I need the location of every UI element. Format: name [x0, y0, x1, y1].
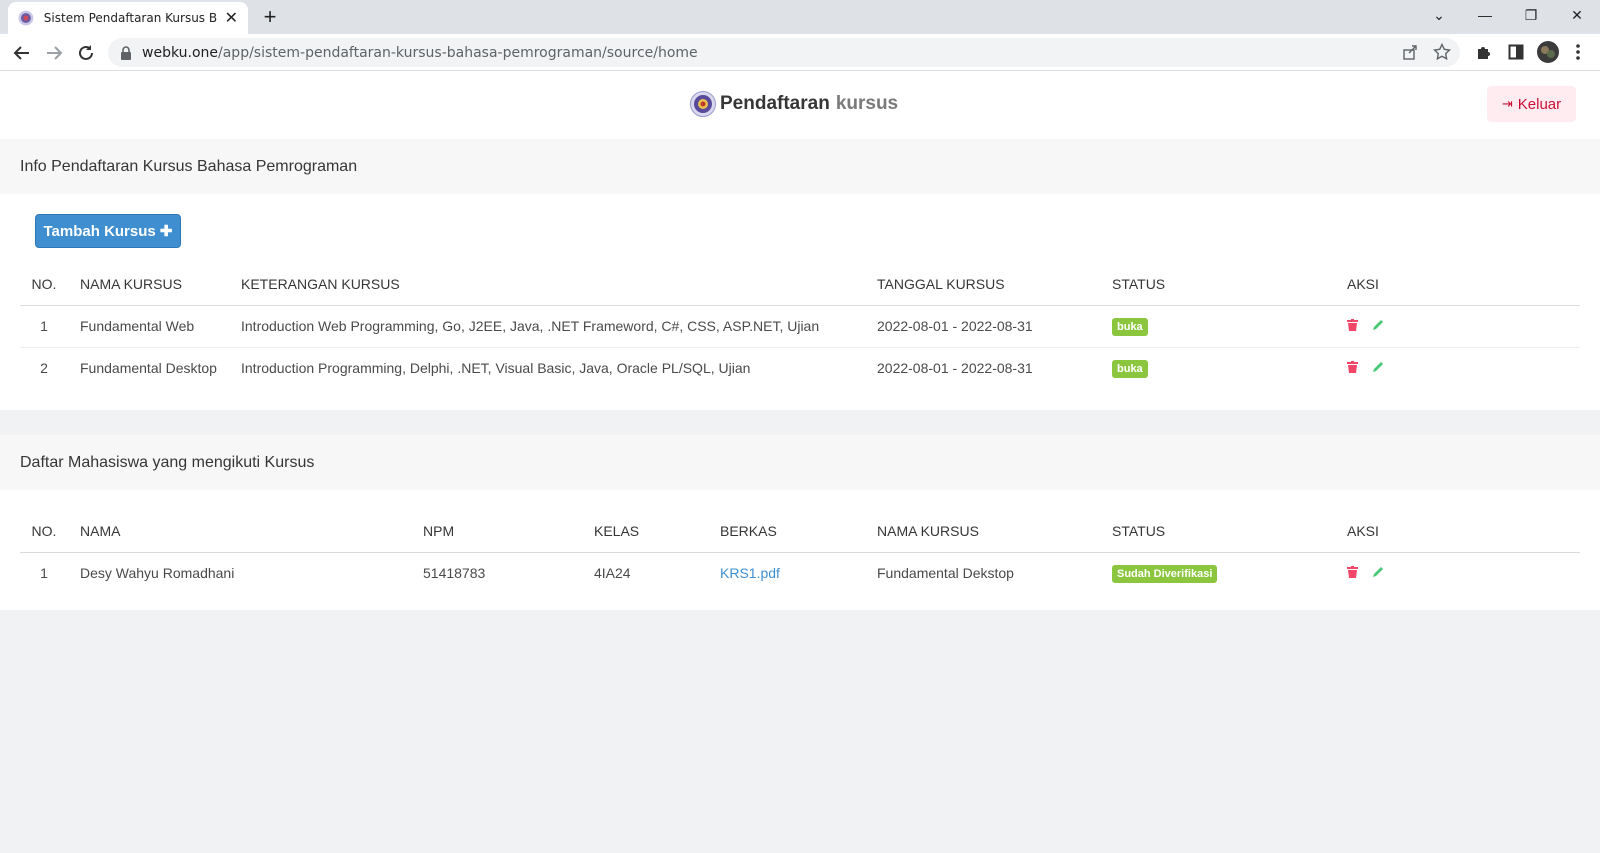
- brand-title: Pendaftaran: [720, 93, 830, 114]
- app-header: Pendaftaran kursus ⇥ Keluar: [0, 71, 1600, 139]
- cell-class: 4IA24: [594, 565, 631, 582]
- cell-date: 2022-08-01 - 2022-08-31: [877, 305, 1112, 348]
- university-logo-icon: [690, 91, 716, 117]
- extensions-icon[interactable]: [1472, 40, 1496, 64]
- cell-no: 2: [40, 360, 48, 377]
- cell-course: Fundamental Dekstop: [877, 565, 1014, 582]
- table-row: 1 Fundamental Web Introduction Web Progr…: [20, 305, 1580, 348]
- table-row: 2 Fundamental Desktop Introduction Progr…: [20, 347, 1580, 389]
- cell-no: 1: [40, 565, 48, 582]
- col-header-description: KETERANGAN KURSUS: [241, 263, 877, 306]
- minimize-icon[interactable]: —: [1462, 0, 1508, 30]
- bookmark-star-icon[interactable]: [1430, 40, 1454, 64]
- courses-card-header: Info Pendaftaran Kursus Bahasa Pemrogram…: [0, 139, 1600, 194]
- cell-actions: [1347, 552, 1580, 594]
- cell-status: buka: [1112, 305, 1347, 348]
- col-header-actions: AKSI: [1347, 510, 1580, 553]
- cell-npm: 51418783: [423, 565, 486, 582]
- add-course-button[interactable]: Tambah Kursus ✚: [35, 214, 181, 248]
- reload-icon[interactable]: [73, 40, 99, 66]
- cell-status: buka: [1112, 347, 1347, 389]
- cell-no: 1: [20, 305, 68, 348]
- cell-status: Sudah Diverifikasi: [1112, 552, 1347, 594]
- profile-avatar-icon[interactable]: [1536, 40, 1560, 64]
- sign-out-icon: ⇥: [1501, 96, 1513, 111]
- close-tab-icon[interactable]: ✕: [225, 8, 238, 28]
- url-text: webku.one/app/sistem-pendaftaran-kursus-…: [142, 44, 698, 61]
- courses-table: NO. NAMA KURSUS KETERANGAN KURSUS TANGGA…: [20, 263, 1580, 389]
- new-tab-icon[interactable]: +: [258, 4, 282, 30]
- students-card-body: NO. NAMA NPM KELAS BERKAS NAMA KURSUS ST…: [0, 490, 1600, 610]
- side-panel-icon[interactable]: [1504, 40, 1528, 64]
- courses-card-title: Info Pendaftaran Kursus Bahasa Pemrogram…: [20, 157, 358, 175]
- logout-button[interactable]: ⇥ Keluar: [1487, 86, 1576, 122]
- col-header-class: KELAS: [594, 510, 720, 553]
- trash-icon[interactable]: [1347, 361, 1358, 374]
- table-row: 1 Desy Wahyu Romadhani 51418783 4IA24 KR…: [20, 552, 1580, 594]
- address-bar[interactable]: webku.one/app/sistem-pendaftaran-kursus-…: [108, 38, 1460, 67]
- cell-actions: [1347, 347, 1580, 389]
- col-header-status: STATUS: [1112, 510, 1347, 553]
- trash-icon[interactable]: [1347, 319, 1358, 331]
- col-header-no: NO.: [20, 263, 68, 306]
- tab-search-icon[interactable]: ⌄: [1416, 0, 1462, 30]
- cell-actions: [1347, 305, 1580, 348]
- students-table: NO. NAMA NPM KELAS BERKAS NAMA KURSUS ST…: [20, 510, 1580, 594]
- pencil-icon[interactable]: [1372, 361, 1384, 373]
- students-card-title: Daftar Mahasiswa yang mengikuti Kursus: [20, 453, 315, 471]
- cell-file: KRS1.pdf: [720, 552, 877, 594]
- col-header-course-name: NAMA KURSUS: [877, 510, 1112, 553]
- status-badge: buka: [1112, 317, 1148, 336]
- browser-toolbar: webku.one/app/sistem-pendaftaran-kursus-…: [0, 34, 1600, 71]
- col-header-actions: AKSI: [1347, 263, 1580, 306]
- col-header-date: TANGGAL KURSUS: [877, 263, 1112, 306]
- cell-description: Introduction Web Programming, Go, J2EE, …: [241, 305, 877, 348]
- trash-icon[interactable]: [1347, 566, 1358, 579]
- status-badge: Sudah Diverifikasi: [1112, 564, 1218, 583]
- close-window-icon[interactable]: ✕: [1554, 0, 1600, 30]
- site-logo-icon: [18, 10, 34, 26]
- cell-course-name: Fundamental Web: [68, 305, 241, 348]
- brand: Pendaftaran kursus: [690, 91, 898, 117]
- pencil-icon[interactable]: [1372, 566, 1384, 578]
- back-icon[interactable]: [9, 40, 35, 66]
- cell-name: Desy Wahyu Romadhani: [80, 565, 235, 582]
- courses-card-body: Tambah Kursus ✚ NO. NAMA KURSUS KETERANG…: [0, 194, 1600, 410]
- brand-subtitle: kursus: [835, 93, 899, 114]
- page-content: Pendaftaran kursus ⇥ Keluar Info Pendaft…: [0, 71, 1600, 853]
- students-card-header: Daftar Mahasiswa yang mengikuti Kursus: [0, 435, 1600, 490]
- status-badge: buka: [1112, 359, 1148, 378]
- col-header-status: STATUS: [1112, 263, 1347, 306]
- file-link[interactable]: KRS1.pdf: [720, 565, 780, 581]
- browser-tab[interactable]: Sistem Pendaftaran Kursus Bahasa Pemrogr…: [8, 2, 248, 34]
- forward-icon[interactable]: [41, 40, 67, 66]
- restore-icon[interactable]: ❐: [1508, 0, 1554, 30]
- tab-title: Sistem Pendaftaran Kursus Bahasa Pemrogr…: [43, 11, 217, 25]
- lock-icon: [121, 45, 131, 60]
- cell-course-name: Fundamental Desktop: [80, 360, 217, 377]
- cell-description: Introduction Programming, Delphi, .NET, …: [241, 360, 751, 377]
- col-header-course-name: NAMA KURSUS: [68, 263, 241, 306]
- logout-label: Keluar: [1517, 95, 1562, 113]
- pencil-icon[interactable]: [1372, 319, 1384, 331]
- share-icon[interactable]: [1398, 40, 1422, 64]
- col-header-npm: NPM: [423, 510, 594, 553]
- col-header-file: BERKAS: [720, 510, 877, 553]
- cell-date: 2022-08-01 - 2022-08-31: [877, 360, 1033, 377]
- col-header-name: NAMA: [68, 510, 423, 553]
- col-header-no: NO.: [20, 510, 68, 553]
- browser-tabstrip: Sistem Pendaftaran Kursus Bahasa Pemrogr…: [0, 0, 1600, 34]
- menu-kebab-icon[interactable]: [1566, 40, 1590, 64]
